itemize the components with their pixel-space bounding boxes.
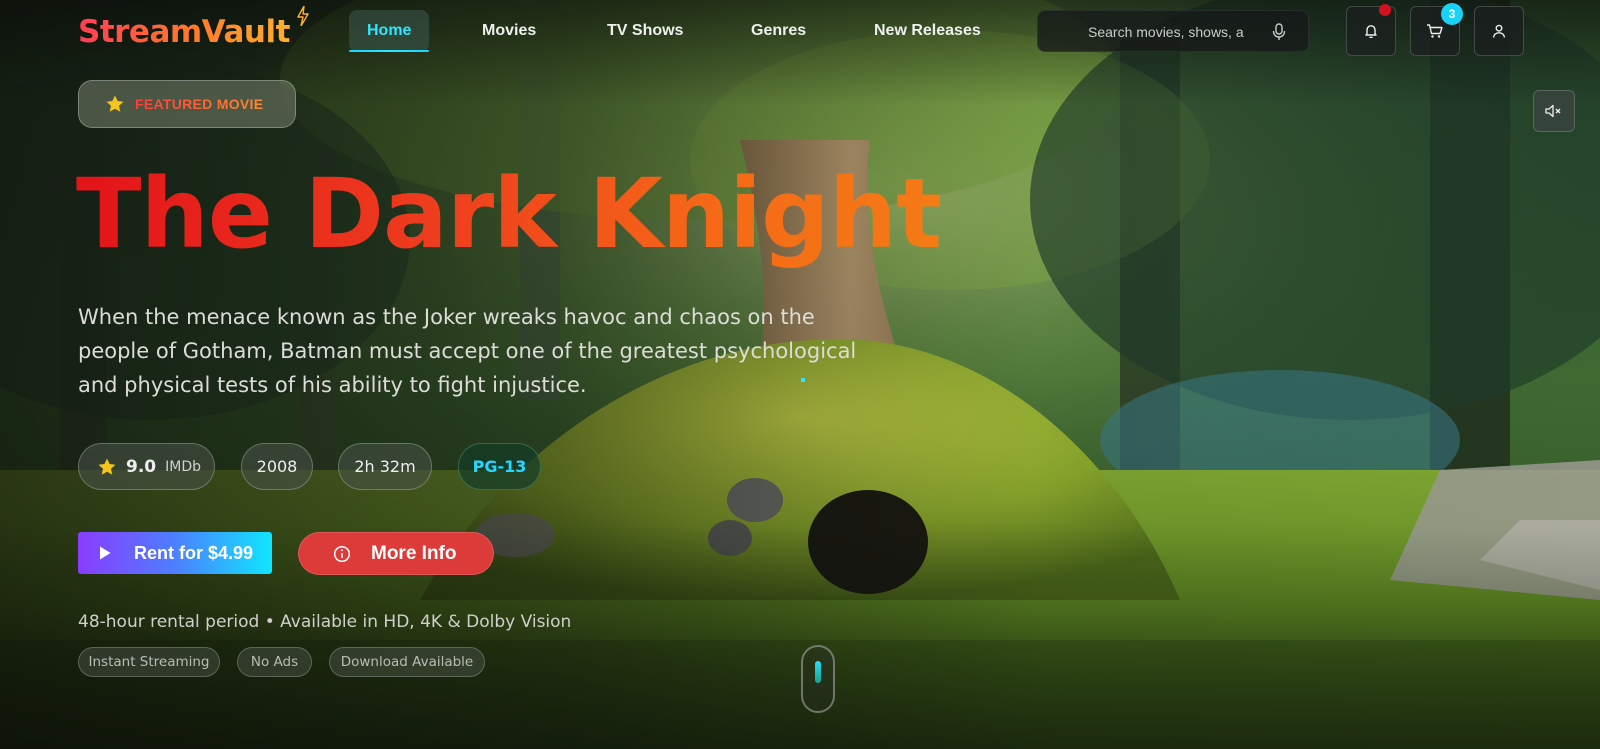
more-info-button[interactable]: More Info bbox=[298, 532, 494, 575]
nav-link-movies[interactable]: Movies bbox=[464, 10, 554, 52]
rent-button[interactable]: Rent for $4.99 bbox=[78, 532, 272, 574]
bell-icon bbox=[1365, 25, 1377, 39]
account-button[interactable] bbox=[1474, 6, 1524, 56]
nav-link-new-releases[interactable]: New Releases bbox=[856, 10, 999, 52]
lightning-bolt-icon bbox=[297, 6, 309, 26]
star-icon bbox=[98, 458, 116, 475]
play-icon bbox=[100, 546, 111, 560]
rating-badge: 9.0 IMDb bbox=[78, 443, 215, 490]
cart-icon bbox=[1427, 24, 1443, 38]
movie-title: The Dark Knight bbox=[76, 158, 942, 270]
sparkle-dot bbox=[801, 378, 805, 382]
nav-link-home[interactable]: Home bbox=[349, 10, 430, 52]
mic-icon[interactable] bbox=[1272, 23, 1286, 41]
featured-badge-label: FEATURED MOVIE bbox=[135, 96, 264, 112]
more-info-button-label: More Info bbox=[371, 542, 457, 564]
scroll-indicator-thumb bbox=[815, 661, 821, 683]
info-icon bbox=[333, 545, 351, 562]
mute-toggle-button[interactable] bbox=[1533, 90, 1575, 132]
nav-link-genres[interactable]: Genres bbox=[733, 10, 824, 52]
scroll-indicator[interactable] bbox=[801, 645, 835, 713]
featured-badge: FEATURED MOVIE bbox=[78, 80, 296, 128]
rating-value: 9.0 bbox=[126, 456, 157, 477]
runtime-badge: 2h 32m bbox=[338, 443, 432, 490]
brand-logo[interactable]: StreamVault bbox=[78, 14, 290, 50]
feature-tag-instant-streaming: Instant Streaming bbox=[78, 647, 220, 677]
rating-source: IMDb bbox=[165, 458, 201, 475]
search-input[interactable] bbox=[1088, 22, 1280, 42]
cart-button[interactable]: 3 bbox=[1410, 3, 1463, 56]
cart-count-badge: 3 bbox=[1441, 3, 1463, 25]
rental-info-text: 48-hour rental period • Available in HD,… bbox=[78, 612, 572, 632]
top-navigation: StreamVault Home Movies TV Shows Genres … bbox=[0, 0, 1600, 64]
nav-link-tv-shows[interactable]: TV Shows bbox=[589, 10, 701, 52]
notifications-button[interactable] bbox=[1346, 4, 1396, 56]
rent-button-label: Rent for $4.99 bbox=[134, 542, 254, 563]
volume-mute-icon bbox=[1545, 104, 1561, 118]
search-box bbox=[1037, 10, 1309, 52]
feature-tag-download-available: Download Available bbox=[329, 647, 485, 677]
user-icon bbox=[1492, 24, 1506, 38]
release-year-badge: 2008 bbox=[241, 443, 313, 490]
notification-dot bbox=[1379, 4, 1391, 16]
star-icon bbox=[106, 95, 124, 112]
feature-tag-no-ads: No Ads bbox=[237, 647, 312, 677]
certificate-badge: PG-13 bbox=[458, 443, 541, 490]
movie-description: When the menace known as the Joker wreak… bbox=[78, 305, 857, 397]
